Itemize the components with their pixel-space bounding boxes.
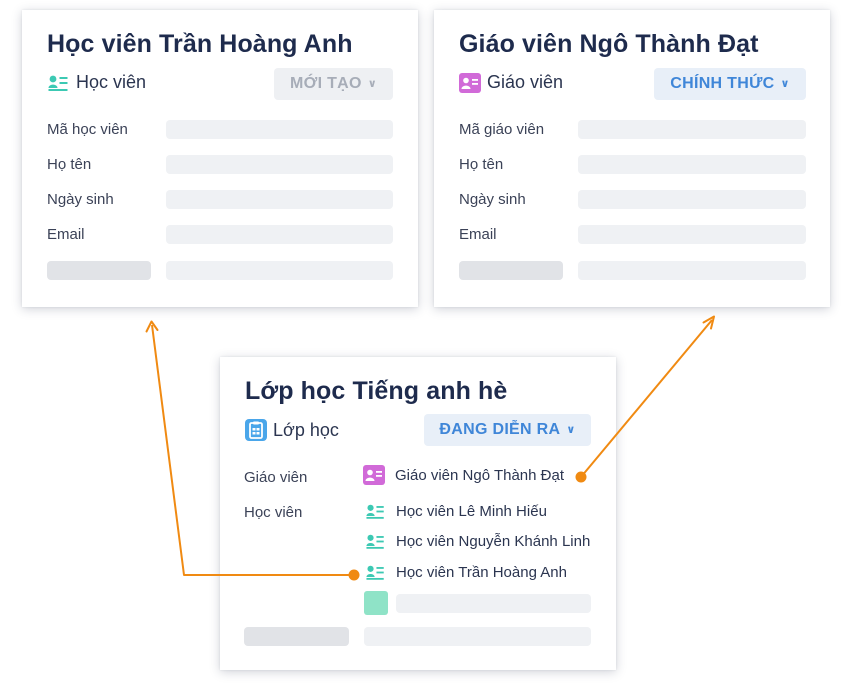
connector-layer (145, 315, 715, 581)
teacher-connector-dot (575, 471, 587, 483)
connector-to-student (145, 320, 360, 581)
student-connector-dot (348, 569, 360, 581)
connector-to-teacher (575, 315, 715, 483)
